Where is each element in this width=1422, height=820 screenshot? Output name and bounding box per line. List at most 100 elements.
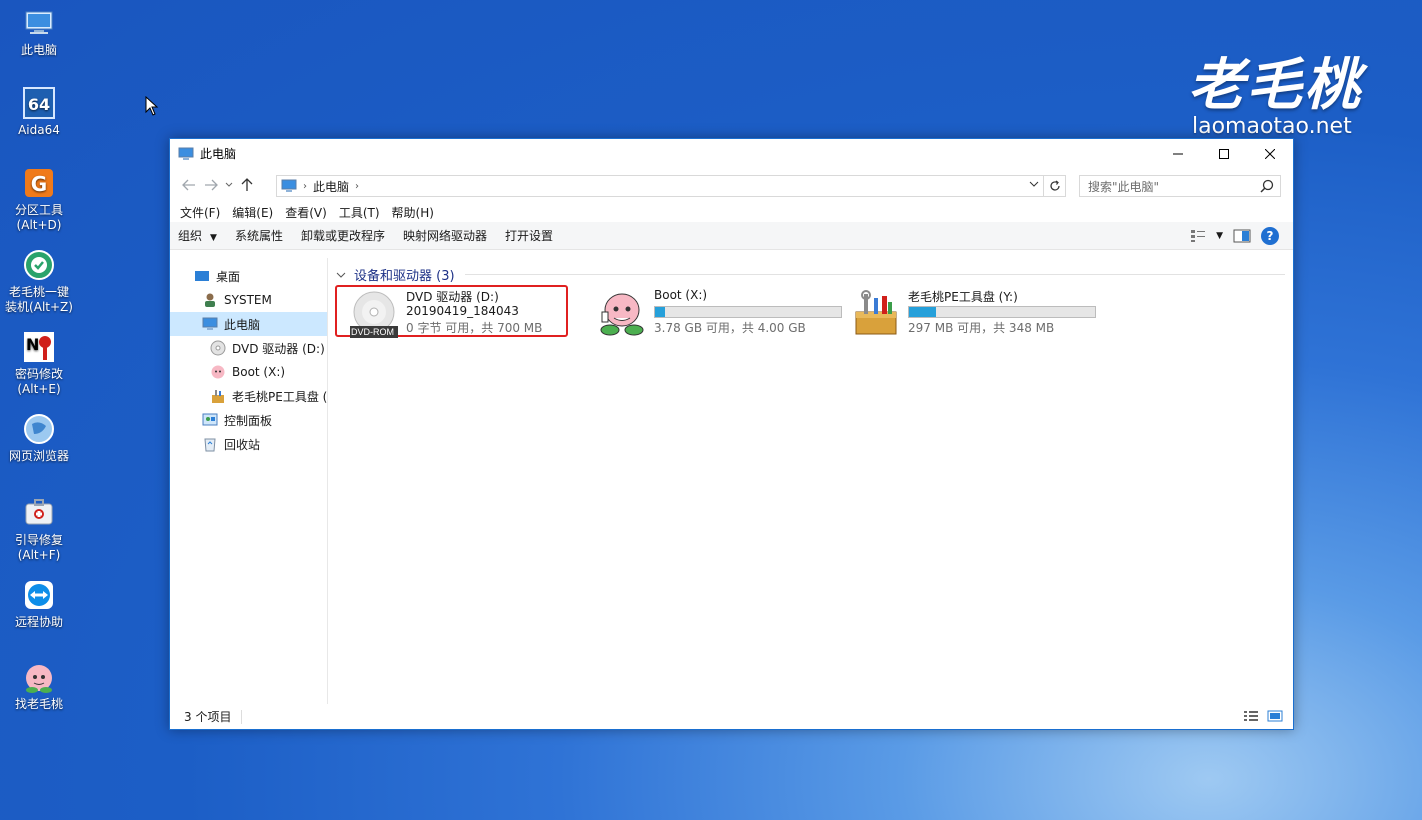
menu-edit[interactable]: 编辑(E): [226, 204, 279, 221]
desktop-icon-one-key-install[interactable]: 老毛桃一键 装机(Alt+Z): [4, 248, 74, 315]
computer-icon: [178, 147, 194, 160]
menu-file[interactable]: 文件(F): [174, 204, 226, 221]
nav-item-label: 桌面: [216, 269, 241, 284]
peach-icon: [22, 660, 56, 694]
map-network-drive-button[interactable]: 映射网络驱动器: [403, 227, 487, 244]
drive-usage-bar: [908, 306, 1096, 318]
drive-tile-boot[interactable]: Boot (X:) 3.78 GB 可用，共 4.00 GB: [598, 288, 848, 338]
maximize-button[interactable]: [1201, 139, 1247, 168]
nav-item-recycle-bin[interactable]: 回收站: [170, 432, 327, 456]
explorer-body: 桌面 SYSTEM 此电脑 DVD 驱动器 (D:) 2 Boot (X:) 老…: [170, 258, 1293, 704]
chevron-right-icon[interactable]: ›: [355, 181, 359, 192]
dvd-drive-icon: DVD-ROM: [350, 290, 398, 338]
drive-tile-dvd[interactable]: DVD-ROM DVD 驱动器 (D:) 20190419_184043 0 字…: [350, 288, 570, 338]
nav-item-dvd-drive[interactable]: DVD 驱动器 (D:) 2: [170, 336, 327, 360]
organize-button[interactable]: 组织 ▼: [178, 227, 217, 244]
desktop-icon-aida64[interactable]: 64 Aida64: [4, 86, 74, 138]
nav-item-label: SYSTEM: [224, 293, 272, 307]
desktop-icon-browser[interactable]: 网页浏览器: [4, 412, 74, 464]
search-placeholder: 搜索"此电脑": [1088, 179, 1160, 194]
desktop-icon-remote-assist[interactable]: 远程协助: [4, 578, 74, 630]
item-count: 3 个项目: [184, 710, 232, 724]
computer-icon: [281, 179, 297, 192]
desktop-icon-partition-tool[interactable]: G 分区工具 (Alt+D): [4, 166, 74, 233]
user-icon: [205, 293, 215, 307]
content-pane: 设备和驱动器 (3) DVD-ROM DVD 驱动器 (D:) 20190419…: [328, 258, 1293, 704]
nav-item-system-user[interactable]: SYSTEM: [170, 288, 327, 312]
arrow-right-icon: [205, 179, 218, 191]
aida64-icon: 64: [22, 86, 56, 120]
drive-tile-pe-toolkit[interactable]: 老毛桃PE工具盘 (Y:) 297 MB 可用，共 348 MB: [852, 288, 1102, 338]
peach-icon: [211, 365, 225, 379]
group-header-divider: [464, 273, 1285, 275]
drive-name: Boot (X:): [654, 288, 708, 302]
peach-drive-icon: [598, 290, 646, 338]
refresh-icon: [1049, 180, 1060, 191]
menu-tools[interactable]: 工具(T): [333, 204, 386, 221]
desktop-icon: [195, 271, 209, 281]
nav-item-label: 控制面板: [224, 413, 273, 428]
desktop-icon-label: 网页浏览器: [8, 449, 69, 463]
view-options-dropdown-icon[interactable]: ▼: [1216, 231, 1223, 241]
desktop-icon-label: 老毛桃一键 装机(Alt+Z): [5, 285, 73, 314]
group-header-devices[interactable]: 设备和驱动器 (3): [336, 264, 1285, 284]
arrow-up-icon: [241, 178, 253, 191]
desktop-icon-find-laomaotao[interactable]: 找老毛桃: [4, 660, 74, 712]
details-view-icon[interactable]: [1243, 710, 1259, 722]
svg-text:64: 64: [28, 95, 50, 114]
help-icon[interactable]: ?: [1261, 227, 1279, 245]
explorer-window[interactable]: 此电脑 › 此电脑 › 搜索"此电脑" 文件(F) 编辑(E) 查看(V) 工具…: [169, 138, 1294, 730]
breadcrumb-this-pc[interactable]: 此电脑: [313, 178, 349, 195]
watermark-url: laomaotao.net: [1192, 114, 1352, 139]
search-input[interactable]: 搜索"此电脑": [1079, 175, 1281, 197]
computer-icon: [202, 317, 218, 330]
uninstall-programs-button[interactable]: 卸载或更改程序: [301, 227, 385, 244]
menu-help[interactable]: 帮助(H): [386, 204, 440, 221]
chevron-down-icon: [336, 268, 346, 281]
title-bar[interactable]: 此电脑: [170, 139, 1293, 168]
system-properties-button[interactable]: 系统属性: [235, 227, 283, 244]
desktop-icon-boot-repair[interactable]: 引导修复 (Alt+F): [4, 496, 74, 563]
drive-usage-bar: [654, 306, 842, 318]
desktop-icon-label: 远程协助: [14, 615, 63, 629]
address-row: › 此电脑 › 搜索"此电脑": [170, 168, 1293, 202]
partition-tool-icon: G: [22, 166, 56, 200]
up-button[interactable]: [236, 174, 258, 196]
change-view-icon[interactable]: [1190, 229, 1206, 243]
refresh-button[interactable]: [1043, 176, 1065, 196]
group-header-label: 设备和驱动器 (3): [354, 268, 455, 284]
drive-volume-label: 20190419_184043: [406, 304, 519, 318]
minimize-button[interactable]: [1155, 139, 1201, 168]
large-icons-view-icon[interactable]: [1267, 710, 1283, 722]
chevron-right-icon[interactable]: ›: [303, 181, 307, 192]
caret-down-icon: ▼: [210, 233, 217, 243]
address-dropdown-icon[interactable]: [1029, 179, 1039, 190]
nav-item-pe-toolkit-drive[interactable]: 老毛桃PE工具盘 (: [170, 384, 327, 408]
forward-button[interactable]: [200, 174, 222, 196]
close-button[interactable]: [1247, 139, 1293, 168]
desktop-icon-label: Aida64: [18, 123, 60, 137]
first-aid-icon: [22, 496, 56, 530]
drive-free-space: 297 MB 可用，共 348 MB: [908, 321, 1055, 335]
preview-pane-icon[interactable]: [1233, 229, 1251, 243]
nav-item-desktop[interactable]: 桌面: [170, 264, 327, 288]
desktop-icon-label: 密码修改 (Alt+E): [14, 367, 63, 396]
nav-item-this-pc[interactable]: 此电脑: [170, 312, 327, 336]
desktop-icon-this-pc[interactable]: 此电脑: [4, 6, 74, 58]
recycle-bin-icon: [204, 438, 216, 452]
svg-text:N: N: [26, 335, 39, 354]
status-divider: [241, 709, 243, 724]
nav-item-control-panel[interactable]: 控制面板: [170, 408, 327, 432]
computer-icon: [22, 6, 56, 40]
mouse-cursor-icon: [145, 95, 159, 116]
back-button[interactable]: [178, 174, 200, 196]
nav-item-boot-drive[interactable]: Boot (X:): [170, 360, 327, 384]
menu-view[interactable]: 查看(V): [279, 204, 333, 221]
drive-free-space: 3.78 GB 可用，共 4.00 GB: [654, 321, 806, 335]
open-settings-button[interactable]: 打开设置: [505, 227, 553, 244]
desktop-icon-password-change[interactable]: N 密码修改 (Alt+E): [4, 330, 74, 397]
address-bar[interactable]: › 此电脑 ›: [276, 175, 1066, 197]
chevron-down-icon: [225, 182, 233, 187]
desktop-icon-label: 分区工具 (Alt+D): [14, 203, 63, 232]
recent-locations-button[interactable]: [222, 174, 236, 196]
